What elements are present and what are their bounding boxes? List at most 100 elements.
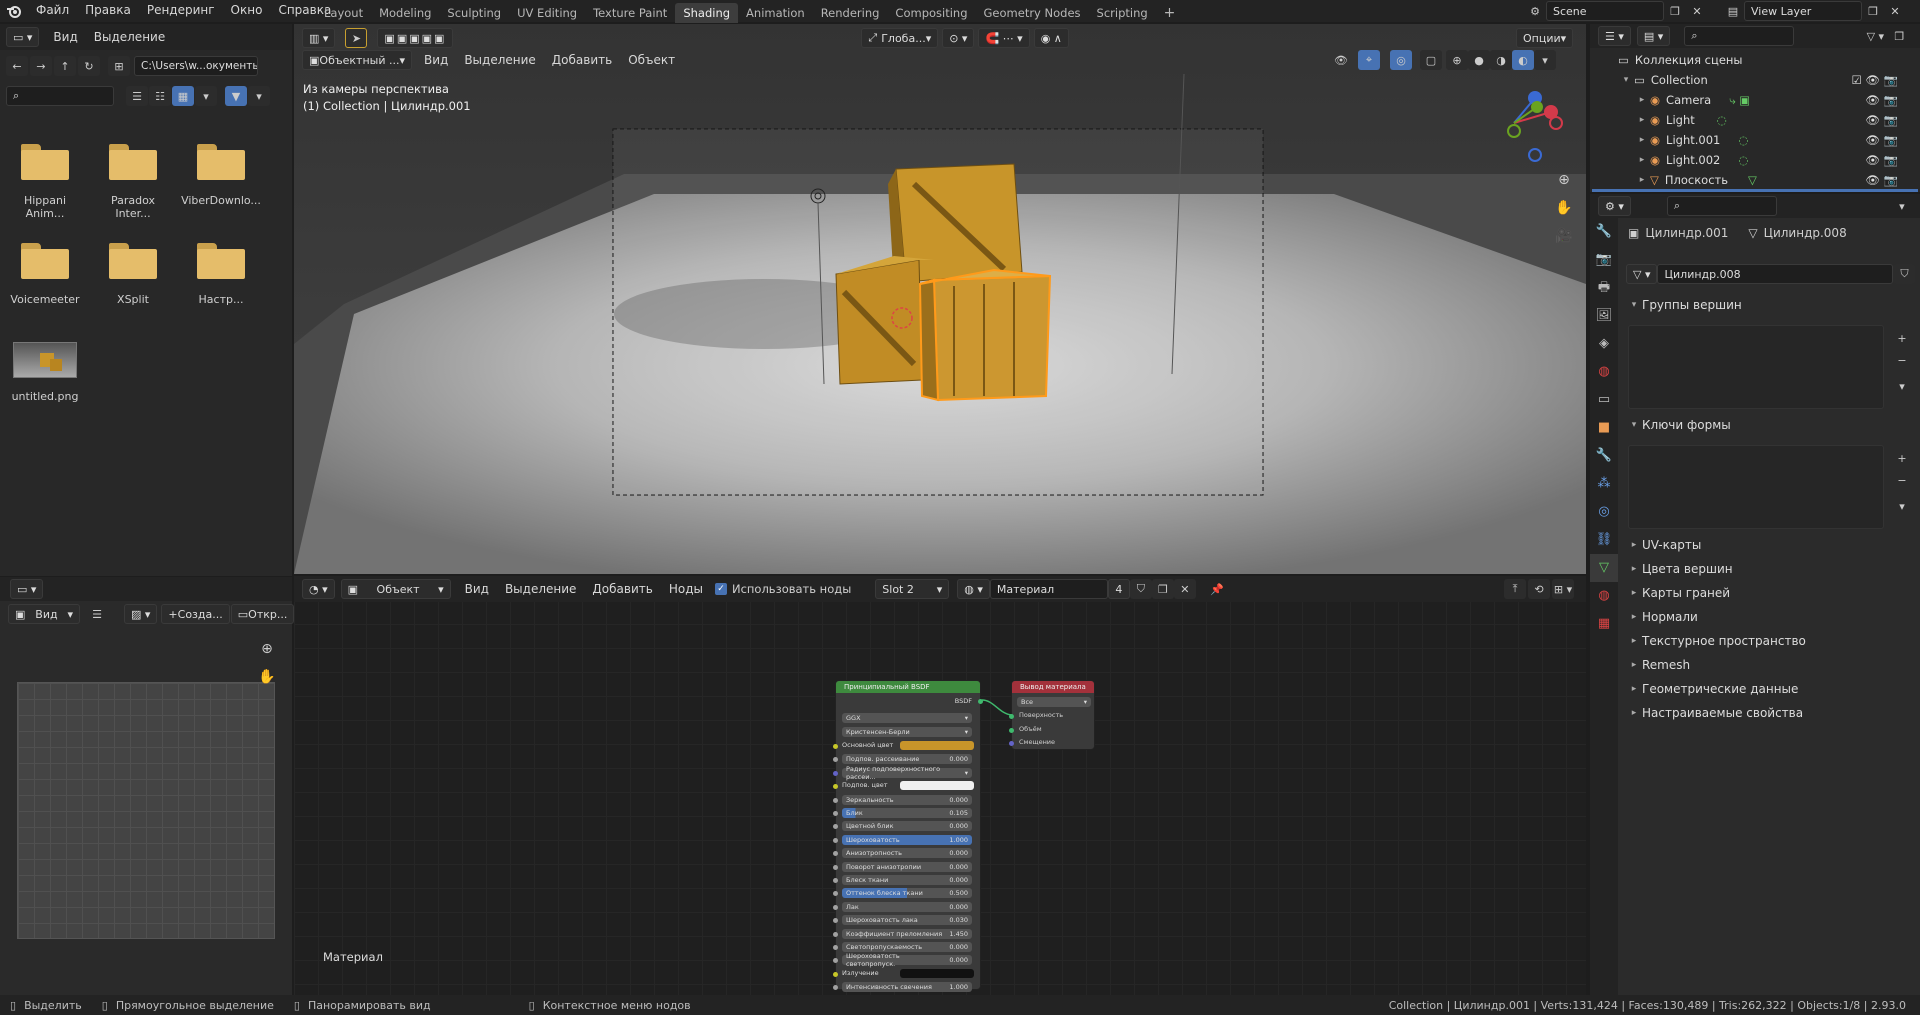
section-vertex-groups[interactable]: ▾ Группы вершин [1626,294,1916,316]
close-scene-icon[interactable]: ✕ [1686,1,1708,21]
editor-type-button[interactable]: ⚙ ▾ [1598,196,1631,216]
menu-select[interactable]: Выделение [86,30,173,44]
menu-object[interactable]: Объект [620,53,683,67]
new-image-button[interactable]: + Созда... [161,604,230,624]
copy-scene-icon[interactable]: ❐ [1664,1,1686,21]
expand-icon[interactable]: ▸ [1634,155,1650,165]
file-search-input[interactable]: ⌕ [6,86,114,106]
shader-node-editor[interactable]: ◔ ▾ ▣ Объект ▾ Вид Выделение Добавить Но… [294,576,1586,995]
new-folder-icon[interactable]: ⊞ [108,56,130,76]
select-mode-buttons[interactable]: ▣▣▣▣▣ [377,28,454,48]
file-item[interactable]: ViberDownlo... [181,142,261,207]
particles-tab-icon[interactable]: ⁂ [1590,470,1618,498]
editor-type-button[interactable]: ☰ ▾ [1598,26,1631,46]
visibility-controls[interactable]: 👁 📷 [1865,173,1898,187]
path-field[interactable]: C:\Users\w...окументы\ [134,56,258,76]
render-tab-icon[interactable]: 📷 [1590,246,1618,274]
overlay-toggle-icon[interactable]: ◎ [1390,50,1412,70]
close-view-layer-icon[interactable]: ✕ [1884,1,1906,21]
shape-keys-list[interactable] [1628,445,1884,529]
refresh-icon[interactable]: ↻ [78,56,100,76]
filter-icon[interactable]: ▼ [225,86,247,106]
file-item[interactable]: Настр... [181,241,261,306]
tab-uv-editing[interactable]: UV Editing [509,3,585,23]
data-tab-icon[interactable]: ▽ [1590,554,1618,582]
image-canvas-grid[interactable] [17,682,275,939]
3d-viewport[interactable]: ▥ ▾ ➤ ▣▣▣▣▣ ⤢ Глоба... ▾ ⊙ ▾ 🧲 ⋯ ▾ ◉ ∧ О… [294,24,1586,574]
tab-modeling[interactable]: Modeling [371,3,439,23]
menu-window[interactable]: Окно [223,3,271,17]
editor-type-button[interactable]: ▭ ▾ [6,27,40,47]
tab-layout[interactable]: Layout [316,3,371,23]
output-target-dropdown[interactable]: Все ▾ [1017,697,1091,707]
tool-tab-icon[interactable]: 🔧 [1590,218,1618,246]
camera-view-icon[interactable]: 🎥 [1553,226,1575,246]
transform-orientation-dropdown[interactable]: ⤢ Глоба... ▾ [861,28,939,48]
material-shading-icon[interactable]: ◑ [1490,50,1512,70]
section-vertex-colors[interactable]: ▸ Цвета вершин [1626,558,1916,580]
new-collection-icon[interactable]: ❐ [1888,26,1910,46]
menu-render[interactable]: Рендеринг [139,3,223,17]
hamburger-icon[interactable]: ☰ [86,604,108,624]
tab-animation[interactable]: Animation [738,3,813,23]
visibility-controls[interactable]: 👁 📷 [1865,153,1898,167]
object-tab-icon[interactable]: ■ [1590,414,1618,442]
expand-icon[interactable]: ▾ [1618,75,1634,85]
visibility-controls[interactable]: 👁 📷 [1865,133,1898,147]
list-horizontal-icon[interactable]: ☷ [149,86,171,106]
texture-tab-icon[interactable]: ▦ [1590,610,1618,638]
view-layer-field[interactable]: View Layer [1744,1,1862,21]
physics-tab-icon[interactable]: ◎ [1590,498,1618,526]
proportional-edit-toggle[interactable]: ◉ ∧ [1033,28,1069,48]
shape-key-specials-icon[interactable]: ▾ [1891,496,1913,516]
interaction-mode-dropdown[interactable]: ▣ Объектный ... ▾ [302,50,412,70]
visibility-icon[interactable]: 👁 [1330,50,1352,70]
scene-tab-icon[interactable]: ◈ [1590,330,1618,358]
constraints-tab-icon[interactable]: ⛓ [1590,526,1618,554]
world-tab-icon[interactable]: ◍ [1590,358,1618,386]
tab-scripting[interactable]: Scripting [1089,3,1156,23]
output-tab-icon[interactable]: 🖶 [1590,274,1618,302]
section-geometry-data[interactable]: ▸ Геометрические данные [1626,678,1916,700]
tab-shading[interactable]: Shading [675,3,739,23]
visibility-controls[interactable]: 👁 📷 [1865,113,1898,127]
breadcrumb-mesh[interactable]: Цилиндр.008 [1764,226,1847,240]
breadcrumb-object[interactable]: Цилиндр.001 [1645,226,1728,240]
editor-type-button[interactable]: ▭ ▾ [10,579,44,599]
xray-icon[interactable]: ▢ [1420,50,1442,70]
visibility-controls[interactable]: 👁 📷 [1865,93,1898,107]
rendered-shading-icon[interactable]: ◐ [1512,50,1534,70]
tab-compositing[interactable]: Compositing [887,3,975,23]
add-vertex-group-icon[interactable]: + [1891,328,1913,348]
scene-field[interactable]: Scene [1546,1,1664,21]
back-icon[interactable]: ← [6,56,28,76]
outliner-item-light[interactable]: ▸ ◉ Light ◌ 👁 📷 [1590,110,1910,130]
shading-options-icon[interactable]: ▾ [1534,50,1556,70]
material-tab-icon[interactable]: ◍ [1590,582,1618,610]
outliner-item-plane[interactable]: ▸ ▽ Плоскость ▽ 👁 📷 [1590,170,1910,190]
section-normals[interactable]: ▸ Нормали [1626,606,1916,628]
outliner-item-collection[interactable]: ▾ ▭ Collection ☑ 👁 📷 [1590,70,1910,90]
section-remesh[interactable]: ▸ Remesh [1626,654,1916,676]
collection-tab-icon[interactable]: ▭ [1590,386,1618,414]
copy-view-layer-icon[interactable]: ❐ [1862,1,1884,21]
volume-socket[interactable] [1009,728,1014,733]
thumbnails-icon[interactable]: ▦ [172,86,194,106]
expand-icon[interactable]: ▸ [1634,95,1650,105]
open-image-button[interactable]: ▭ Откр... [230,604,295,624]
menu-select[interactable]: Выделение [456,53,543,67]
properties-search-input[interactable]: ⌕ [1666,196,1777,216]
pan-hand-icon[interactable]: ✋ [256,667,278,687]
outliner-item-light-002[interactable]: ▸ ◉ Light.002 ◌ 👁 📷 [1590,150,1910,170]
display-options-icon[interactable]: ▾ [195,86,217,106]
section-uv-maps[interactable]: ▸ UV-карты [1626,534,1916,556]
pan-hand-icon[interactable]: ✋ [1553,198,1575,218]
modifier-tab-icon[interactable]: 🔧 [1590,442,1618,470]
section-shape-keys[interactable]: ▾ Ключи формы [1626,414,1916,436]
vertex-group-specials-icon[interactable]: ▾ [1891,376,1913,396]
parent-dir-icon[interactable]: ↑ [54,56,76,76]
select-tool-icon[interactable]: ➤ [345,28,368,48]
gizmo-toggle-icon[interactable]: ⌖ [1358,50,1380,70]
section-texture-space[interactable]: ▸ Текстурное пространство [1626,630,1916,652]
outliner-scroll-indicator[interactable] [1592,189,1918,192]
